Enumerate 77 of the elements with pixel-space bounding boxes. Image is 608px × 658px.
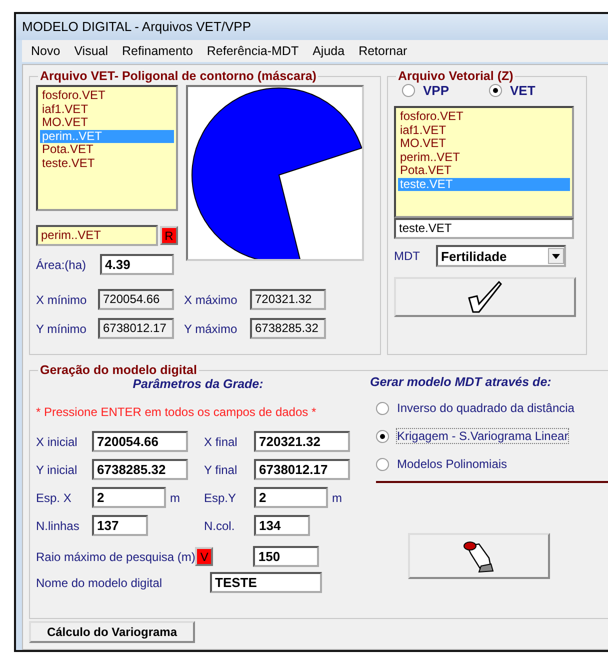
file-field[interactable]: perim..VET [36, 225, 158, 246]
r-button[interactable]: R [160, 226, 178, 245]
param-field[interactable]: 6738285.32 [92, 459, 188, 480]
param-label: X inicial [36, 434, 78, 448]
param-field[interactable]: 137 [92, 515, 148, 536]
param-field[interactable]: 2 [92, 487, 166, 508]
area-label: Área:(ha) [36, 258, 86, 272]
grid-heading: Parâmetros da Grade: [132, 377, 264, 391]
variogram-button[interactable]: Cálculo do Variograma [29, 621, 195, 643]
extent-label: X mínimo [36, 292, 88, 306]
group-title: Arquivo VET- Poligonal de contorno (máscara) [39, 69, 318, 83]
file-item[interactable]: MO.VET [398, 137, 570, 150]
hint-text: * Pressione ENTER em todos os campos de dados * [36, 405, 316, 419]
extent-label: X máximo [184, 292, 238, 306]
param-field[interactable]: 2 [254, 487, 328, 508]
window-title: MODELO DIGITAL - Arquivos VET/VPP [16, 14, 608, 40]
radio-button[interactable] [402, 84, 415, 97]
confirm-button[interactable] [394, 277, 576, 317]
radio-label[interactable]: VPP [423, 83, 450, 98]
extent-label: Y mínimo [36, 322, 88, 336]
file-item[interactable]: fosforo.VET [398, 110, 570, 124]
radio-label[interactable]: Modelos Polinomiais [397, 457, 508, 471]
radio-button[interactable] [489, 84, 502, 97]
file-list[interactable]: fosforo.VET iaf1.VET MO.VET perim..VET Pota.VET teste.VET [36, 85, 178, 211]
method-heading: Gerar modelo MDT através de: [370, 375, 552, 389]
menu-item[interactable]: Refinamento [115, 44, 200, 58]
file-item[interactable]: fosforo.VET [40, 89, 174, 102]
radio-button[interactable] [376, 402, 389, 414]
param-label: Y final [204, 462, 238, 476]
param-label: X final [204, 434, 238, 448]
menu-item[interactable]: Ajuda [306, 44, 352, 58]
radio-button[interactable] [376, 430, 389, 442]
mdt-label: MDT [394, 249, 420, 263]
param-field[interactable]: 720054.66 [92, 431, 188, 452]
extent-field: 720321.32 [250, 289, 326, 310]
file-item[interactable]: Pota.VET [40, 143, 174, 156]
extent-label: Y máximo [184, 322, 238, 336]
param-field[interactable]: 134 [254, 515, 310, 536]
extent-field: 6738012.17 [98, 318, 174, 339]
param-label: Esp.Y [204, 490, 238, 504]
group-title: Arquivo Vetorial (Z) [397, 69, 514, 83]
unit-label: m [332, 490, 343, 504]
radius-label: Raio máximo de pesquisa (m) [36, 550, 196, 564]
generate-button[interactable] [408, 533, 550, 579]
name-field[interactable]: TESTE [210, 572, 322, 593]
name-label: Nome do modelo digital [36, 576, 164, 590]
area-field[interactable]: 4.39 [100, 254, 174, 275]
param-field[interactable]: 6738012.17 [254, 459, 350, 480]
radio-button[interactable] [376, 458, 389, 470]
radio-label[interactable]: VET [510, 83, 536, 98]
checkmark-icon [465, 280, 505, 314]
radio-label[interactable]: Inverso do quadrado da distância [397, 401, 574, 415]
param-label: Y inicial [36, 462, 78, 476]
v-button[interactable]: V [195, 547, 214, 566]
param-field[interactable]: 720321.32 [254, 431, 350, 452]
radius-field[interactable]: 150 [253, 546, 320, 567]
menu-item[interactable]: Visual [67, 44, 116, 58]
param-label: N.linhas [36, 518, 80, 532]
extent-field: 720054.66 [98, 289, 174, 310]
menu-item[interactable]: Novo [24, 44, 68, 58]
file-item[interactable]: MO.VET [40, 116, 174, 130]
file-item[interactable]: iaf1.VET [40, 102, 174, 116]
file-item[interactable]: Pota.VET [398, 164, 570, 178]
param-label: Esp. X [36, 490, 72, 504]
param-label: N.col. [204, 518, 236, 532]
unit-label: m [170, 490, 181, 504]
menu-item[interactable]: Retornar [352, 44, 414, 58]
menu-item[interactable]: Referência-MDT [200, 44, 306, 58]
mdt-dropdown[interactable]: Fertilidade [436, 245, 566, 267]
extent-field: 6738285.32 [250, 318, 326, 339]
group-title: Geração do modelo digital [39, 363, 198, 377]
file-list[interactable]: fosforo.VET iaf1.VET MO.VET perim..VET Pota.VET teste.VET [394, 106, 574, 218]
radio-label[interactable]: Krigagem - S.Variograma Linear [397, 429, 568, 443]
file-item[interactable]: iaf1.VET [398, 124, 570, 137]
file-item[interactable]: teste.VET [40, 156, 174, 170]
file-field[interactable]: teste.VET [394, 218, 574, 239]
file-item[interactable]: perim..VET [398, 150, 570, 164]
